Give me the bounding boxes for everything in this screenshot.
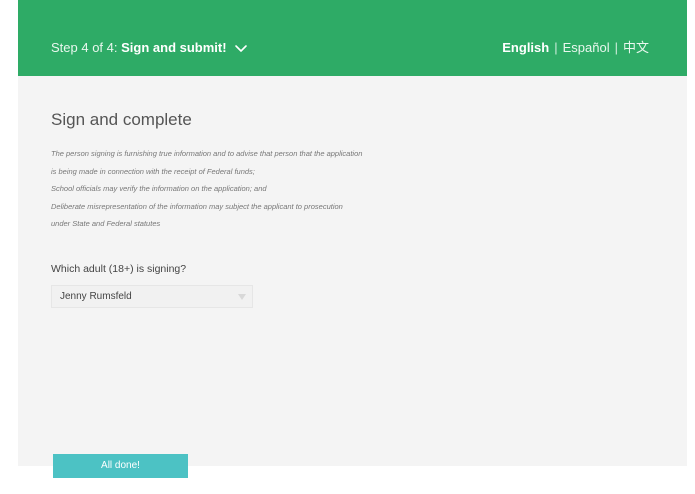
legal-line: The person signing is furnishing true in… <box>51 149 363 158</box>
language-separator: | <box>554 40 558 55</box>
chevron-down-icon <box>235 45 247 52</box>
legal-line: School officials may verify the informat… <box>51 184 267 193</box>
header-bar: Step 4 of 4: Sign and submit! English | Es… <box>18 0 687 76</box>
language-english-link[interactable]: English <box>502 40 549 55</box>
language-switcher: English | Español | 中文 <box>502 40 649 56</box>
page-title: Sign and complete <box>51 110 192 129</box>
signer-select[interactable]: Jenny Rumsfeld <box>51 285 253 308</box>
language-separator: | <box>614 40 618 55</box>
dropdown-arrow-icon <box>238 294 246 300</box>
step-menu-toggle[interactable] <box>231 38 251 58</box>
language-chinese-link[interactable]: 中文 <box>623 40 649 55</box>
legal-line: Deliberate misrepresentation of the info… <box>51 201 343 211</box>
step-title: Sign and submit! <box>121 40 227 55</box>
step-prefix: Step 4 of 4: <box>51 40 118 55</box>
legal-notice: The person signing is furnishing true in… <box>51 145 451 233</box>
signer-select-value: Jenny Rumsfeld <box>60 291 132 302</box>
step-indicator: Step 4 of 4: Sign and submit! <box>51 40 227 56</box>
legal-line: is being made in connection with the rec… <box>51 166 255 176</box>
signer-question-label: Which adult (18+) is signing? <box>51 263 187 275</box>
all-done-button[interactable]: All done! <box>53 454 188 478</box>
legal-line: under State and Federal statutes <box>51 219 161 228</box>
language-spanish-link[interactable]: Español <box>563 40 610 55</box>
application-frame: Step 4 of 4: Sign and submit! English | Es… <box>18 0 687 478</box>
